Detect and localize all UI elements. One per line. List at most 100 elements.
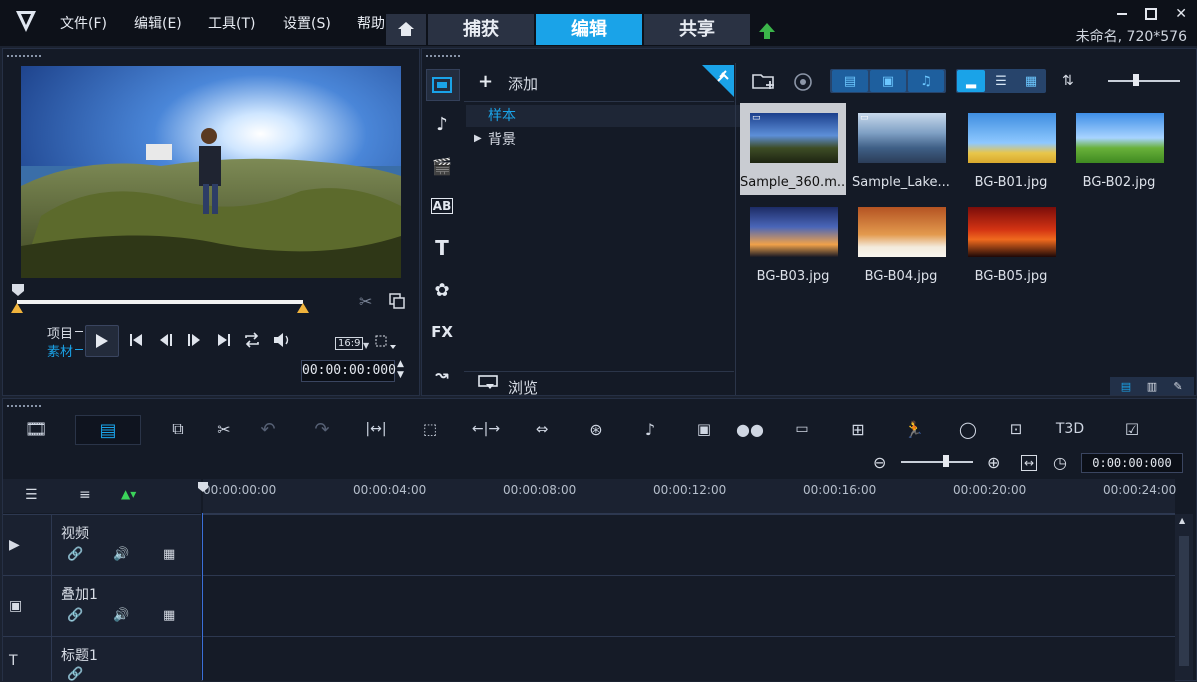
path-button[interactable]: ↝ — [426, 359, 458, 389]
aspect-ratio-button[interactable]: 16:9 — [335, 337, 364, 350]
audio-library-button[interactable]: ♪ — [426, 109, 458, 139]
thumb-bg-b04[interactable]: BG-B04.jpg — [848, 197, 954, 289]
thumb-sample-lake[interactable]: ▭ Sample_Lake... — [848, 103, 954, 195]
browse-label[interactable]: 浏览 — [508, 377, 538, 398]
panel-grip[interactable] — [426, 55, 462, 57]
clock-icon[interactable]: ◷ — [1053, 453, 1067, 472]
link-icon[interactable]: 🔗 — [67, 608, 83, 623]
storyboard-view-button[interactable]: 🎞 — [19, 415, 53, 443]
show-video-icon[interactable]: ▤ — [832, 70, 868, 92]
split-view-icon[interactable]: ▥ — [1139, 380, 1165, 393]
thumb-size-slider[interactable] — [1108, 80, 1180, 82]
playhead-icon[interactable] — [197, 481, 209, 493]
fit-project-button[interactable]: |↔| — [359, 415, 393, 443]
menu-edit[interactable]: 编辑(E) — [134, 13, 182, 33]
thumb-size-slider-handle[interactable] — [1133, 74, 1139, 86]
timecode-display[interactable]: 00:00:00:000 — [301, 360, 396, 382]
filter-button[interactable]: FX — [426, 317, 458, 347]
thumb-bg-b03[interactable]: BG-B03.jpg — [740, 197, 846, 289]
sort-icon[interactable]: ⇅ — [1062, 73, 1074, 89]
timeline-scrollbar[interactable]: ▲ — [1175, 514, 1193, 680]
import-folder-icon[interactable] — [752, 71, 776, 91]
show-photo-icon[interactable]: ▣ — [870, 70, 906, 92]
thumb-bg-b01[interactable]: BG-B01.jpg — [958, 103, 1064, 195]
edit-panel-icon[interactable]: ✎ — [1165, 380, 1191, 393]
trim-end-handle-icon[interactable] — [297, 303, 309, 313]
panel-grip[interactable] — [7, 405, 43, 407]
thumb-sample-360[interactable]: ▭ Sample_360.m... — [740, 103, 846, 195]
add-folder-label[interactable]: 添加 — [508, 73, 538, 94]
go-to-start-icon[interactable] — [129, 333, 143, 347]
tab-share[interactable]: 共享 — [644, 14, 750, 45]
timeline-timecode[interactable]: 0:00:00:000 — [1081, 453, 1183, 473]
link-icon[interactable]: 🔗 — [67, 547, 83, 562]
color-grading-button[interactable]: ●● — [733, 415, 767, 443]
redo-button[interactable]: ↷ — [305, 415, 339, 443]
scissors-icon[interactable]: ✂ — [359, 292, 372, 311]
media-library-button[interactable] — [426, 69, 460, 101]
timecode-spinner-icon[interactable]: ▲ ▼ — [397, 359, 404, 381]
home-button[interactable] — [386, 14, 426, 45]
volume-icon[interactable] — [273, 332, 291, 348]
maximize-icon[interactable] — [1145, 8, 1158, 20]
mode-clip[interactable]: 素材 — [47, 341, 73, 360]
next-frame-icon[interactable] — [187, 333, 201, 347]
scroll-up-icon[interactable]: ▲ — [1179, 516, 1185, 525]
add-folder-plus-icon[interactable]: + — [478, 71, 493, 92]
instant-project-button[interactable]: 🎬 — [426, 151, 458, 181]
trim-start-handle-icon[interactable] — [11, 303, 23, 313]
panel-grip[interactable] — [7, 55, 43, 57]
scrubber-handle-icon[interactable] — [11, 283, 25, 297]
tab-edit[interactable]: 编辑 — [536, 14, 642, 45]
thumbnail-view-icon[interactable]: ▂ — [957, 70, 985, 92]
menu-file[interactable]: 文件(F) — [60, 13, 107, 33]
mask-button[interactable]: ◯ — [951, 415, 985, 443]
track-row-video[interactable] — [203, 514, 1175, 575]
show-audio-icon[interactable]: ♫ — [908, 70, 944, 92]
scrollbar-thumb[interactable] — [1179, 536, 1189, 666]
zoom-in-icon[interactable]: ⊕ — [987, 453, 1000, 472]
subtitle-button[interactable]: ▭ — [785, 415, 819, 443]
record-button[interactable]: ⊛ — [579, 415, 613, 443]
undo-button[interactable]: ↶ — [251, 415, 285, 443]
auto-music-button[interactable]: ☑ — [1115, 415, 1149, 443]
zoom-slider-handle[interactable] — [943, 455, 949, 467]
fit-timeline-icon[interactable]: ↔ — [1021, 455, 1038, 471]
mute-speaker-icon[interactable]: 🔊 — [113, 608, 129, 623]
ripple-checker-icon[interactable]: ▦ — [163, 547, 175, 562]
browse-icon[interactable] — [478, 375, 500, 391]
crop-dropdown-icon[interactable] — [375, 335, 397, 351]
add-track-icon[interactable]: ≡ — [79, 487, 91, 503]
motion-button[interactable]: 🏃 — [897, 415, 931, 443]
zoom-out-icon[interactable]: ⊖ — [873, 453, 886, 472]
close-icon[interactable]: ✕ — [1175, 6, 1187, 22]
mode-project[interactable]: 项目 — [47, 323, 73, 342]
minimize-icon[interactable] — [1116, 13, 1127, 15]
tools-button[interactable]: ✂ — [207, 415, 241, 443]
thumb-bg-b05[interactable]: BG-B05.jpg — [958, 197, 1064, 289]
menu-tools[interactable]: 工具(T) — [208, 13, 255, 33]
track-manager-button[interactable]: ⧉ — [161, 415, 195, 443]
track-row-title[interactable] — [203, 636, 1175, 681]
timeline-view-button[interactable]: ▤ — [75, 415, 141, 445]
link-icon[interactable]: 🔗 — [67, 667, 83, 682]
play-button[interactable] — [85, 325, 119, 357]
folder-sample[interactable]: 样本 — [466, 105, 754, 127]
menu-settings[interactable]: 设置(S) — [283, 13, 331, 33]
trim-bar[interactable] — [17, 300, 303, 304]
pan-zoom-button[interactable]: ⇔ — [525, 415, 559, 443]
pin-panel-icon[interactable] — [702, 65, 734, 97]
track-list-icon[interactable]: ☰ — [25, 487, 38, 503]
track-row-overlay[interactable] — [203, 575, 1175, 636]
menu-help[interactable]: 帮助 — [357, 13, 385, 33]
split-clip-button[interactable]: ←|→ — [469, 415, 503, 443]
folder-background[interactable]: 背景 — [466, 129, 754, 151]
aspect-dropdown-icon[interactable]: ▼ — [363, 341, 369, 350]
thumb-bg-b02[interactable]: BG-B02.jpg — [1066, 103, 1172, 195]
ripple-checker-icon[interactable]: ▦ — [163, 608, 175, 623]
graphics-button[interactable]: ✿ — [426, 275, 458, 305]
previous-frame-icon[interactable] — [159, 333, 173, 347]
mute-speaker-icon[interactable]: 🔊 — [113, 547, 129, 562]
repeat-icon[interactable] — [243, 332, 261, 348]
track-options-icon[interactable]: ▲▾ — [121, 487, 136, 501]
